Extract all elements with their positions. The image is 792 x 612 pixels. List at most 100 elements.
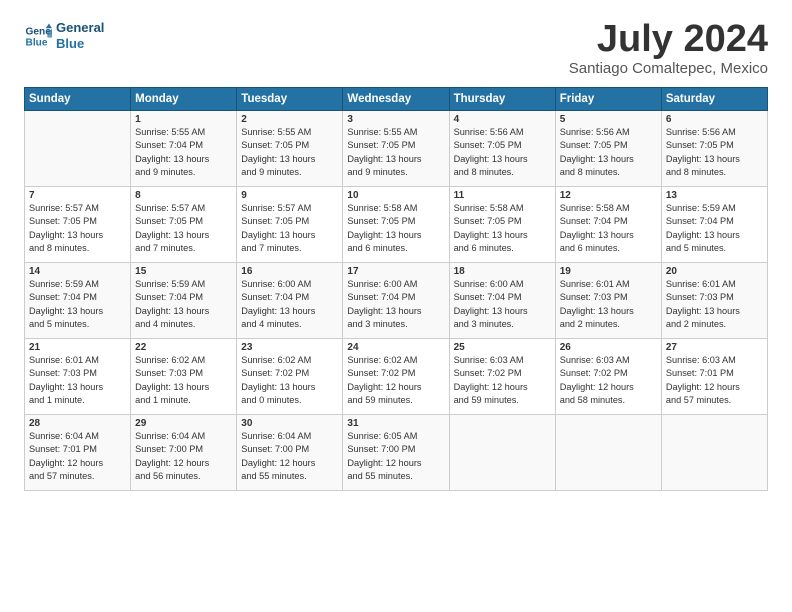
sunrise: Sunrise: 6:01 AM <box>29 355 99 365</box>
day-header-saturday: Saturday <box>661 88 767 111</box>
day-header-monday: Monday <box>131 88 237 111</box>
calendar-cell: 8Sunrise: 5:57 AMSunset: 7:05 PMDaylight… <box>131 187 237 263</box>
header-row: SundayMondayTuesdayWednesdayThursdayFrid… <box>25 88 768 111</box>
day-number: 12 <box>560 190 657 201</box>
sunrise: Sunrise: 5:57 AM <box>29 203 99 213</box>
day-number: 1 <box>135 114 232 125</box>
daylight: Daylight: 13 hoursand 7 minutes. <box>135 230 209 253</box>
day-info: Sunrise: 6:01 AMSunset: 7:03 PMDaylight:… <box>29 354 126 407</box>
sunrise: Sunrise: 6:05 AM <box>347 431 417 441</box>
day-info: Sunrise: 5:56 AMSunset: 7:05 PMDaylight:… <box>666 126 763 179</box>
day-number: 29 <box>135 418 232 429</box>
calendar-cell: 25Sunrise: 6:03 AMSunset: 7:02 PMDayligh… <box>449 339 555 415</box>
day-info: Sunrise: 6:00 AMSunset: 7:04 PMDaylight:… <box>241 278 338 331</box>
daylight: Daylight: 12 hoursand 55 minutes. <box>347 458 421 481</box>
day-info: Sunrise: 6:04 AMSunset: 7:00 PMDaylight:… <box>241 430 338 483</box>
day-number: 9 <box>241 190 338 201</box>
sunset: Sunset: 7:00 PM <box>241 444 309 454</box>
daylight: Daylight: 13 hoursand 2 minutes. <box>560 306 634 329</box>
sunrise: Sunrise: 6:00 AM <box>241 279 311 289</box>
daylight: Daylight: 13 hoursand 6 minutes. <box>347 230 421 253</box>
calendar-cell: 18Sunrise: 6:00 AMSunset: 7:04 PMDayligh… <box>449 263 555 339</box>
day-number: 21 <box>29 342 126 353</box>
daylight: Daylight: 13 hoursand 9 minutes. <box>241 154 315 177</box>
sunrise: Sunrise: 6:02 AM <box>135 355 205 365</box>
sunrise: Sunrise: 5:56 AM <box>454 127 524 137</box>
day-number: 3 <box>347 114 444 125</box>
day-info: Sunrise: 6:03 AMSunset: 7:02 PMDaylight:… <box>454 354 551 407</box>
sunset: Sunset: 7:03 PM <box>666 292 734 302</box>
calendar-table: SundayMondayTuesdayWednesdayThursdayFrid… <box>24 87 768 491</box>
day-info: Sunrise: 6:02 AMSunset: 7:02 PMDaylight:… <box>347 354 444 407</box>
calendar-cell: 30Sunrise: 6:04 AMSunset: 7:00 PMDayligh… <box>237 415 343 491</box>
daylight: Daylight: 13 hoursand 2 minutes. <box>666 306 740 329</box>
calendar-cell: 24Sunrise: 6:02 AMSunset: 7:02 PMDayligh… <box>343 339 449 415</box>
daylight: Daylight: 13 hoursand 9 minutes. <box>347 154 421 177</box>
sunset: Sunset: 7:05 PM <box>241 216 309 226</box>
logo-icon: General Blue <box>24 22 52 50</box>
sunrise: Sunrise: 5:55 AM <box>347 127 417 137</box>
calendar-cell: 16Sunrise: 6:00 AMSunset: 7:04 PMDayligh… <box>237 263 343 339</box>
sunrise: Sunrise: 5:58 AM <box>454 203 524 213</box>
sunset: Sunset: 7:04 PM <box>135 140 203 150</box>
calendar-cell: 28Sunrise: 6:04 AMSunset: 7:01 PMDayligh… <box>25 415 131 491</box>
calendar-cell: 5Sunrise: 5:56 AMSunset: 7:05 PMDaylight… <box>555 111 661 187</box>
calendar-cell: 4Sunrise: 5:56 AMSunset: 7:05 PMDaylight… <box>449 111 555 187</box>
sunrise: Sunrise: 5:59 AM <box>666 203 736 213</box>
day-info: Sunrise: 5:55 AMSunset: 7:05 PMDaylight:… <box>347 126 444 179</box>
sunset: Sunset: 7:04 PM <box>666 216 734 226</box>
calendar-cell: 31 Sunrise: 6:05 AM Sunset: 7:00 PM Dayligh… <box>343 415 449 491</box>
calendar-cell: 15Sunrise: 5:59 AMSunset: 7:04 PMDayligh… <box>131 263 237 339</box>
calendar-cell: 9Sunrise: 5:57 AMSunset: 7:05 PMDaylight… <box>237 187 343 263</box>
sunset: Sunset: 7:00 PM <box>347 444 415 454</box>
day-info: Sunrise: 5:58 AMSunset: 7:05 PMDaylight:… <box>347 202 444 255</box>
logo-line1: General <box>56 20 104 36</box>
sunrise: Sunrise: 6:02 AM <box>347 355 417 365</box>
sunrise: Sunrise: 6:00 AM <box>347 279 417 289</box>
day-info: Sunrise: 6:03 AMSunset: 7:01 PMDaylight:… <box>666 354 763 407</box>
calendar-cell <box>661 415 767 491</box>
daylight: Daylight: 13 hoursand 9 minutes. <box>135 154 209 177</box>
day-number: 4 <box>454 114 551 125</box>
daylight: Daylight: 13 hoursand 8 minutes. <box>29 230 103 253</box>
day-number: 26 <box>560 342 657 353</box>
calendar-cell: 14Sunrise: 5:59 AMSunset: 7:04 PMDayligh… <box>25 263 131 339</box>
sunrise: Sunrise: 5:58 AM <box>347 203 417 213</box>
day-info: Sunrise: 5:57 AM Sunset: 7:05 PM Daylight:… <box>29 202 126 255</box>
day-number: 8 <box>135 190 232 201</box>
day-info: Sunrise: 5:58 AMSunset: 7:05 PMDaylight:… <box>454 202 551 255</box>
day-number: 30 <box>241 418 338 429</box>
sunset: Sunset: 7:04 PM <box>560 216 628 226</box>
day-info: Sunrise: 5:59 AMSunset: 7:04 PMDaylight:… <box>29 278 126 331</box>
location: Santiago Comaltepec, Mexico <box>569 60 768 77</box>
day-number: 31 <box>347 418 444 429</box>
sunrise: Sunrise: 6:00 AM <box>454 279 524 289</box>
daylight: Daylight: 12 hoursand 56 minutes. <box>135 458 209 481</box>
daylight: Daylight: 12 hoursand 55 minutes. <box>241 458 315 481</box>
calendar-cell: 29Sunrise: 6:04 AMSunset: 7:00 PMDayligh… <box>131 415 237 491</box>
sunrise: Sunrise: 6:01 AM <box>666 279 736 289</box>
day-number: 20 <box>666 266 763 277</box>
day-number: 11 <box>454 190 551 201</box>
sunrise: Sunrise: 6:03 AM <box>560 355 630 365</box>
daylight: Daylight: 12 hoursand 57 minutes. <box>29 458 103 481</box>
calendar-cell: 3Sunrise: 5:55 AMSunset: 7:05 PMDaylight… <box>343 111 449 187</box>
calendar-cell <box>555 415 661 491</box>
calendar-cell: 2Sunrise: 5:55 AMSunset: 7:05 PMDaylight… <box>237 111 343 187</box>
sunrise: Sunrise: 5:56 AM <box>666 127 736 137</box>
sunset: Sunset: 7:04 PM <box>29 292 97 302</box>
sunset: Sunset: 7:02 PM <box>241 368 309 378</box>
sunset: Sunset: 7:04 PM <box>135 292 203 302</box>
sunset: Sunset: 7:05 PM <box>29 216 97 226</box>
sunset: Sunset: 7:03 PM <box>29 368 97 378</box>
day-number: 23 <box>241 342 338 353</box>
sunset: Sunset: 7:05 PM <box>560 140 628 150</box>
daylight: Daylight: 13 hoursand 8 minutes. <box>560 154 634 177</box>
day-number: 5 <box>560 114 657 125</box>
day-number: 7 <box>29 190 126 201</box>
daylight: Daylight: 13 hoursand 1 minute. <box>135 382 209 405</box>
day-number: 22 <box>135 342 232 353</box>
calendar-cell: 12Sunrise: 5:58 AMSunset: 7:04 PMDayligh… <box>555 187 661 263</box>
sunrise: Sunrise: 6:03 AM <box>454 355 524 365</box>
logo: General Blue General Blue <box>24 20 104 51</box>
